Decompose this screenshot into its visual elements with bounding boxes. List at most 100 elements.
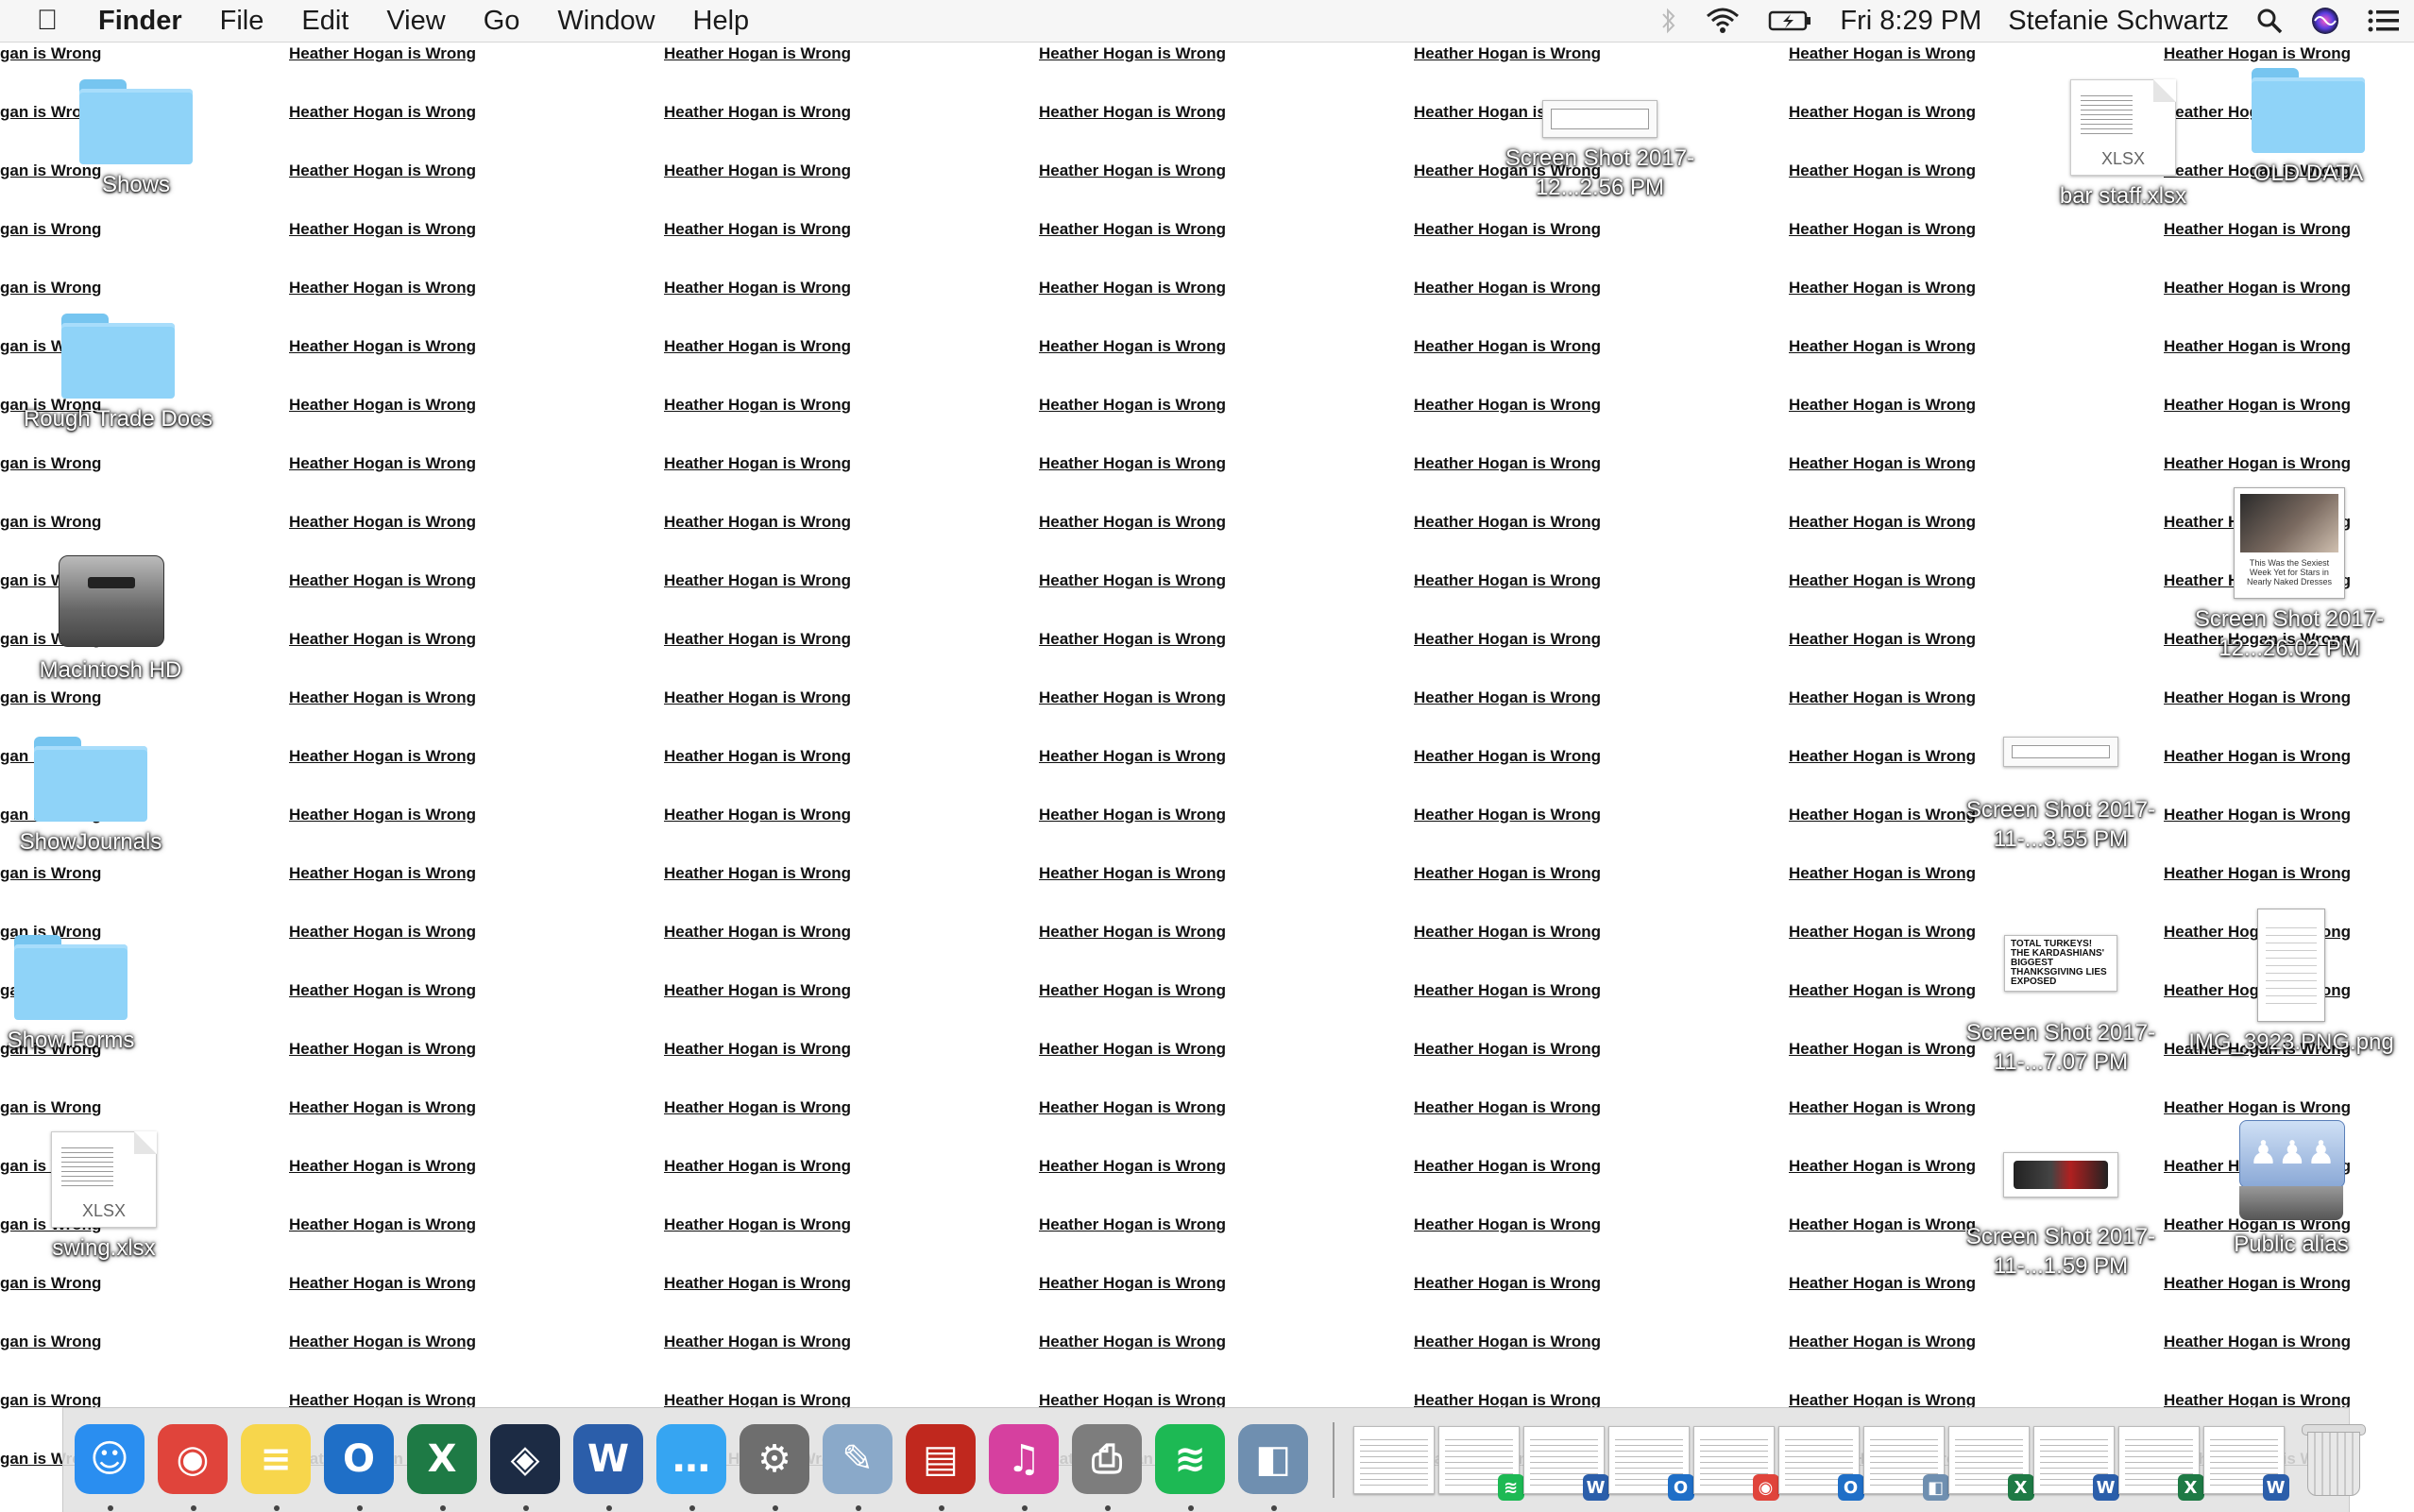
desktop-folder-old-data[interactable]: OLD DATA: [2195, 68, 2414, 188]
desktop-icon-label: Screen Shot 2017-12...26.02 PM: [2194, 606, 2385, 661]
minimized-window-outlook-2[interactable]: O: [1777, 1426, 1864, 1501]
minimized-window-outlook[interactable]: O: [1607, 1426, 1694, 1501]
desktop-file-swing-xlsx[interactable]: XLSX swing.xlsx: [0, 1131, 217, 1263]
menu-view[interactable]: View: [367, 6, 464, 37]
wallpaper-text: Heather Hogan is Wrong: [1414, 513, 1602, 531]
desktop-screenshot-2017-12-26-02[interactable]: This Was the Sexiest Week Yet for Stars …: [2176, 487, 2403, 663]
dock-app-finder[interactable]: ☺: [69, 1419, 152, 1511]
minimized-window-word[interactable]: W: [1522, 1426, 1609, 1501]
screenshot-thumbnail-icon: TOTAL TURKEYS! THE KARDASHIANS' BIGGEST …: [2004, 935, 2117, 992]
wallpaper-text: Heather Hogan is Wrong: [1039, 864, 1227, 882]
wallpaper-text: Heather Hogan is Wrong: [2164, 279, 2352, 297]
dock-app-pixelmator[interactable]: ◈: [484, 1419, 568, 1511]
apple-menu-icon[interactable]: : [0, 5, 94, 37]
dock-app-excel[interactable]: X: [401, 1419, 484, 1511]
wallpaper-text: Heather Hogan is Wrong: [1039, 513, 1227, 531]
screenshot-thumbnail-icon: [1542, 100, 1658, 138]
desktop-server-public-alias[interactable]: ♟♟♟ Public alias: [2178, 1120, 2405, 1259]
wallpaper-text: Heather Hogan is Wrong: [2164, 44, 2352, 62]
wallpaper-text: Heather Hogan is Wrong: [289, 864, 477, 882]
minimized-window-word-2[interactable]: W: [2032, 1426, 2119, 1501]
minimized-window-spotify[interactable]: ≋: [1437, 1426, 1524, 1501]
dock-app-word[interactable]: W: [568, 1419, 651, 1511]
minimized-window-excel[interactable]: X: [1947, 1426, 2034, 1501]
wallpaper-text: Heather Hogan is Wrong: [289, 337, 477, 355]
dock-app-messages[interactable]: …: [651, 1419, 734, 1511]
wallpaper-text: Heather Hogan is Wrong: [1789, 864, 1977, 882]
desktop-screenshot-2017-11-3-55[interactable]: Screen Shot 2017-11-...3.55 PM: [1947, 737, 2174, 854]
battery-charging-icon[interactable]: [1768, 7, 1813, 35]
wallpaper-text: Heather Hogan is Wrong: [2164, 1274, 2352, 1292]
minimized-window-chrome[interactable]: ◉: [1692, 1426, 1779, 1501]
desktop-disk-macintosh-hd[interactable]: Macintosh HD: [0, 546, 224, 685]
bluetooth-icon[interactable]: [1660, 7, 1677, 35]
clock[interactable]: Fri 8:29 PM: [1840, 6, 1981, 37]
desktop-folder-showjournals[interactable]: ShowJournals: [0, 737, 204, 857]
desktop-screenshot-2017-11-7-07[interactable]: TOTAL TURKEYS! THE KARDASHIANS' BIGGEST …: [1947, 935, 2174, 1077]
wallpaper-text: Heather Hogan is Wrong: [289, 923, 477, 941]
wallpaper-text: Heather Hogan is Wrong: [1414, 454, 1602, 472]
pdf-tool-icon: ▤: [906, 1424, 976, 1494]
menu-help[interactable]: Help: [674, 6, 769, 37]
wallpaper-text: Heather Hogan is Wrong: [1414, 688, 1602, 706]
notification-center-icon[interactable]: [2367, 7, 2401, 35]
menu-bar:  Finder File Edit View Go Window Help F…: [0, 0, 2414, 42]
menu-app-finder[interactable]: Finder: [94, 6, 201, 37]
wallpaper-text: gan is Wrong: [0, 220, 102, 238]
wifi-icon[interactable]: [1704, 7, 1742, 35]
dock-running-indicator: [191, 1505, 196, 1511]
wallpaper-text: Heather Hogan is Wrong: [1039, 630, 1227, 648]
minimized-window-spreadsheet[interactable]: [1352, 1426, 1435, 1494]
desktop-folder-shows[interactable]: Shows: [23, 79, 249, 199]
minimized-window-preview[interactable]: ◧: [1862, 1426, 1949, 1501]
dock-app-system-preferences[interactable]: ⚙: [734, 1419, 817, 1511]
dock-app-itunes[interactable]: ♫: [983, 1419, 1066, 1511]
dock-app-notes[interactable]: ≡: [235, 1419, 318, 1511]
dock-app-chrome[interactable]: ◉: [152, 1419, 235, 1511]
wallpaper-text: Heather Hogan is Wrong: [289, 161, 477, 179]
minimized-window-word-3[interactable]: W: [2202, 1426, 2289, 1501]
wallpaper-text: Heather Hogan is Wrong: [1039, 161, 1227, 179]
wallpaper-text: Heather Hogan is Wrong: [664, 806, 852, 824]
desktop-icon-label: Screen Shot 2017-11-...7.07 PM: [1965, 1020, 2156, 1075]
dock-app-pdf-tool[interactable]: ▤: [900, 1419, 983, 1511]
dock-running-indicator: [606, 1505, 612, 1511]
wallpaper-text: Heather Hogan is Wrong: [664, 220, 852, 238]
menu-window[interactable]: Window: [538, 6, 673, 37]
png-file-icon: [2257, 909, 2325, 1022]
dock-app-spotify[interactable]: ≋: [1149, 1419, 1232, 1511]
spotlight-search-icon[interactable]: [2255, 7, 2284, 35]
menu-go[interactable]: Go: [465, 6, 539, 37]
desktop-folder-show-forms[interactable]: Show Forms: [0, 935, 184, 1055]
dock-app-printer[interactable]: ⎙: [1066, 1419, 1149, 1511]
wallpaper-text-row: gan is Wrong Heather Hogan is Wrong Heathe…: [0, 688, 2414, 717]
desktop-folder-rough-trade-docs[interactable]: Rough Trade Docs: [5, 314, 231, 433]
user-name[interactable]: Stefanie Schwartz: [2008, 6, 2229, 37]
wallpaper-text: gan is Wrong: [0, 1098, 102, 1116]
desktop-file-img-3923-png[interactable]: IMG_3923.PNG.png: [2178, 909, 2405, 1057]
minimized-window-excel-2[interactable]: X: [2117, 1426, 2204, 1501]
window-app-badge-icon: X: [2177, 1474, 2204, 1501]
dock-app-image-capture[interactable]: ◧: [1232, 1419, 1316, 1511]
spotify-icon: ≋: [1155, 1424, 1225, 1494]
dock-app-outlook[interactable]: O: [318, 1419, 401, 1511]
window-app-badge-icon: ≋: [1497, 1474, 1524, 1501]
dock: ☺ ◉ ≡ O X ◈ W… ⚙ ✎ ▤ ♫ ⎙ ≋ ◧ ≋ W O ◉ O ◧ X W X W: [62, 1407, 2366, 1512]
menu-file[interactable]: File: [201, 6, 283, 37]
wallpaper-text: Heather Hogan is Wrong: [289, 220, 477, 238]
wallpaper-text: Heather Hogan is Wrong: [1789, 396, 1977, 414]
menu-edit[interactable]: Edit: [282, 6, 367, 37]
wallpaper-text: Heather Hogan is Wrong: [1039, 688, 1227, 706]
desktop-screenshot-2017-11-1-59[interactable]: Screen Shot 2017-11-...1.59 PM: [1947, 1152, 2174, 1281]
desktop-screenshot-2017-12-2-56[interactable]: Screen Shot 2017-12...2.56 PM: [1487, 100, 1713, 202]
siri-icon[interactable]: [2310, 6, 2340, 36]
wallpaper-text: gan is Wrong: [0, 454, 102, 472]
messages-icon: …: [656, 1424, 726, 1494]
wallpaper-text: Heather Hogan is Wrong: [2164, 1098, 2352, 1116]
dock-minimized-windows: ≋ W O ◉ O ◧ X W X W: [1352, 1426, 2289, 1501]
wallpaper-text: Heather Hogan is Wrong: [664, 1274, 852, 1292]
wallpaper-text: Heather Hogan is Wrong: [1039, 747, 1227, 765]
wallpaper-text: Heather Hogan is Wrong: [664, 396, 852, 414]
dock-app-preview[interactable]: ✎: [817, 1419, 900, 1511]
trash-icon[interactable]: [2300, 1420, 2366, 1500]
